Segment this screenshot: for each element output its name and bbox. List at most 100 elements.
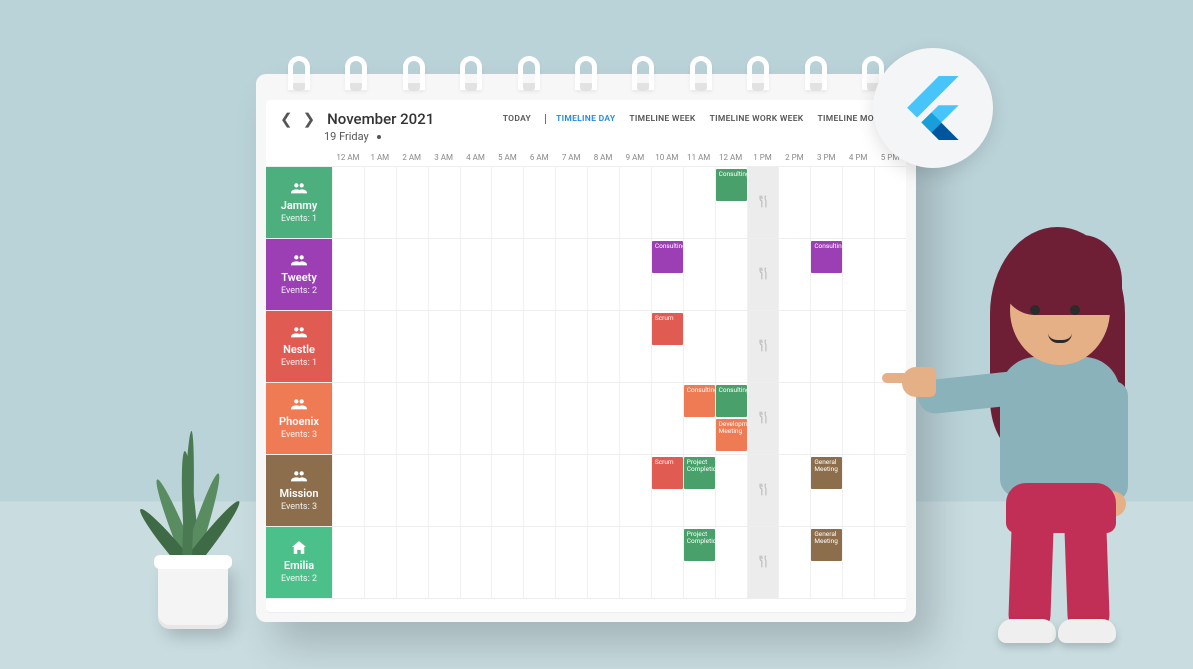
timeline-cell[interactable] xyxy=(332,311,364,382)
resource-header-mission[interactable]: MissionEvents: 3 xyxy=(266,455,332,526)
timeline-cell[interactable] xyxy=(364,527,396,598)
timeline-cell[interactable] xyxy=(428,455,460,526)
timeline-cell[interactable] xyxy=(491,455,523,526)
timeline-cell[interactable] xyxy=(778,167,810,238)
timeline-cell[interactable] xyxy=(619,383,651,454)
timeline-cell[interactable] xyxy=(555,239,587,310)
timeline-cell[interactable] xyxy=(523,167,555,238)
timeline-cell[interactable] xyxy=(332,455,364,526)
view-tab-timeline-day[interactable]: TIMELINE DAY xyxy=(545,114,615,124)
timeline-cell[interactable] xyxy=(842,311,874,382)
timeline-cell[interactable] xyxy=(874,239,906,310)
appointment[interactable]: General Meeting xyxy=(811,457,842,489)
appointment[interactable]: General Meeting xyxy=(811,529,842,561)
timeline-cell[interactable] xyxy=(842,527,874,598)
timeline-cell[interactable] xyxy=(747,167,779,238)
timeline-cell[interactable] xyxy=(364,239,396,310)
timeline-cell[interactable]: General Meeting xyxy=(810,527,842,598)
timeline-cell[interactable] xyxy=(778,527,810,598)
timeline-cell[interactable] xyxy=(523,455,555,526)
timeline-cell[interactable] xyxy=(460,239,492,310)
timeline-cell[interactable] xyxy=(715,311,747,382)
timeline-cell[interactable] xyxy=(619,455,651,526)
timeline-cell[interactable] xyxy=(523,383,555,454)
timeline-cell[interactable] xyxy=(460,311,492,382)
appointment[interactable]: Scrum xyxy=(652,313,683,345)
timeline-cell[interactable] xyxy=(555,167,587,238)
timeline-cell[interactable] xyxy=(619,239,651,310)
timeline-cell[interactable] xyxy=(460,455,492,526)
timeline-cell[interactable] xyxy=(842,383,874,454)
resource-header-emilia[interactable]: EmiliaEvents: 2 xyxy=(266,527,332,598)
timeline-cell[interactable] xyxy=(428,527,460,598)
appointment[interactable]: Consulting xyxy=(716,385,747,417)
timeline-cell[interactable] xyxy=(396,239,428,310)
timeline-cell[interactable] xyxy=(396,383,428,454)
timeline-cell[interactable]: Consulting xyxy=(715,167,747,238)
timeline-cell[interactable] xyxy=(587,455,619,526)
timeline-cell[interactable] xyxy=(491,239,523,310)
next-button[interactable]: ❯ xyxy=(303,110,316,128)
calendar-title[interactable]: November 2021 xyxy=(327,110,434,128)
timeline-cell[interactable] xyxy=(396,455,428,526)
timeline-cell[interactable] xyxy=(683,311,715,382)
timeline-cell[interactable] xyxy=(747,527,779,598)
appointment[interactable]: Project Completion xyxy=(684,529,715,561)
appointment[interactable]: Consulting xyxy=(684,385,715,417)
timeline-cell[interactable] xyxy=(842,455,874,526)
timeline-cell[interactable] xyxy=(332,239,364,310)
timeline-cell[interactable]: General Meeting xyxy=(810,455,842,526)
timeline-cell[interactable] xyxy=(587,167,619,238)
timeline-cell[interactable] xyxy=(491,311,523,382)
timeline-cell[interactable] xyxy=(555,527,587,598)
timeline-cell[interactable] xyxy=(523,239,555,310)
appointment[interactable]: Consulting xyxy=(811,241,842,273)
calendar-subtitle[interactable]: 19 Friday xyxy=(266,130,906,149)
timeline-cell[interactable] xyxy=(491,167,523,238)
appointment[interactable]: Consulting xyxy=(716,169,747,201)
timeline-cell[interactable] xyxy=(587,311,619,382)
timeline-cell[interactable] xyxy=(874,455,906,526)
timeline-cell[interactable] xyxy=(428,311,460,382)
appointment[interactable]: Project Completion xyxy=(684,457,715,489)
appointment[interactable]: Development Meeting xyxy=(716,419,747,451)
timeline-cell[interactable] xyxy=(778,239,810,310)
timeline-cell[interactable] xyxy=(651,167,683,238)
timeline-cell[interactable] xyxy=(396,527,428,598)
today-button[interactable]: TODAY xyxy=(503,114,531,124)
resource-header-tweety[interactable]: TweetyEvents: 2 xyxy=(266,239,332,310)
timeline-cell[interactable] xyxy=(810,167,842,238)
timeline-cell[interactable] xyxy=(396,311,428,382)
timeline-cell[interactable] xyxy=(523,527,555,598)
timeline-cell[interactable] xyxy=(332,167,364,238)
timeline-cell[interactable] xyxy=(778,383,810,454)
timeline-cell[interactable] xyxy=(364,167,396,238)
timeline-cell[interactable] xyxy=(874,383,906,454)
timeline-cell[interactable] xyxy=(715,239,747,310)
timeline-cell[interactable] xyxy=(683,167,715,238)
timeline-cell[interactable] xyxy=(491,383,523,454)
timeline-cell[interactable] xyxy=(619,311,651,382)
timeline-cell[interactable] xyxy=(651,383,683,454)
timeline-cell[interactable] xyxy=(747,239,779,310)
timeline-cell[interactable]: Scrum xyxy=(651,311,683,382)
timeline-cell[interactable] xyxy=(683,239,715,310)
timeline-cell[interactable] xyxy=(364,455,396,526)
timeline-cell[interactable] xyxy=(332,383,364,454)
prev-button[interactable]: ❮ xyxy=(280,110,293,128)
timeline-cell[interactable] xyxy=(619,527,651,598)
timeline-cell[interactable] xyxy=(364,311,396,382)
timeline-cell[interactable] xyxy=(460,383,492,454)
resource-header-nestle[interactable]: NestleEvents: 1 xyxy=(266,311,332,382)
timeline-cell[interactable] xyxy=(778,455,810,526)
timeline-cell[interactable] xyxy=(555,383,587,454)
timeline-cell[interactable]: Consulting xyxy=(683,383,715,454)
timeline-cell[interactable] xyxy=(428,383,460,454)
timeline-cell[interactable] xyxy=(587,239,619,310)
resource-header-jammy[interactable]: JammyEvents: 1 xyxy=(266,167,332,238)
timeline-cell[interactable] xyxy=(460,527,492,598)
timeline-cell[interactable]: Scrum xyxy=(651,455,683,526)
timeline-cell[interactable] xyxy=(587,383,619,454)
timeline-cell[interactable] xyxy=(428,239,460,310)
timeline-cell[interactable] xyxy=(460,167,492,238)
